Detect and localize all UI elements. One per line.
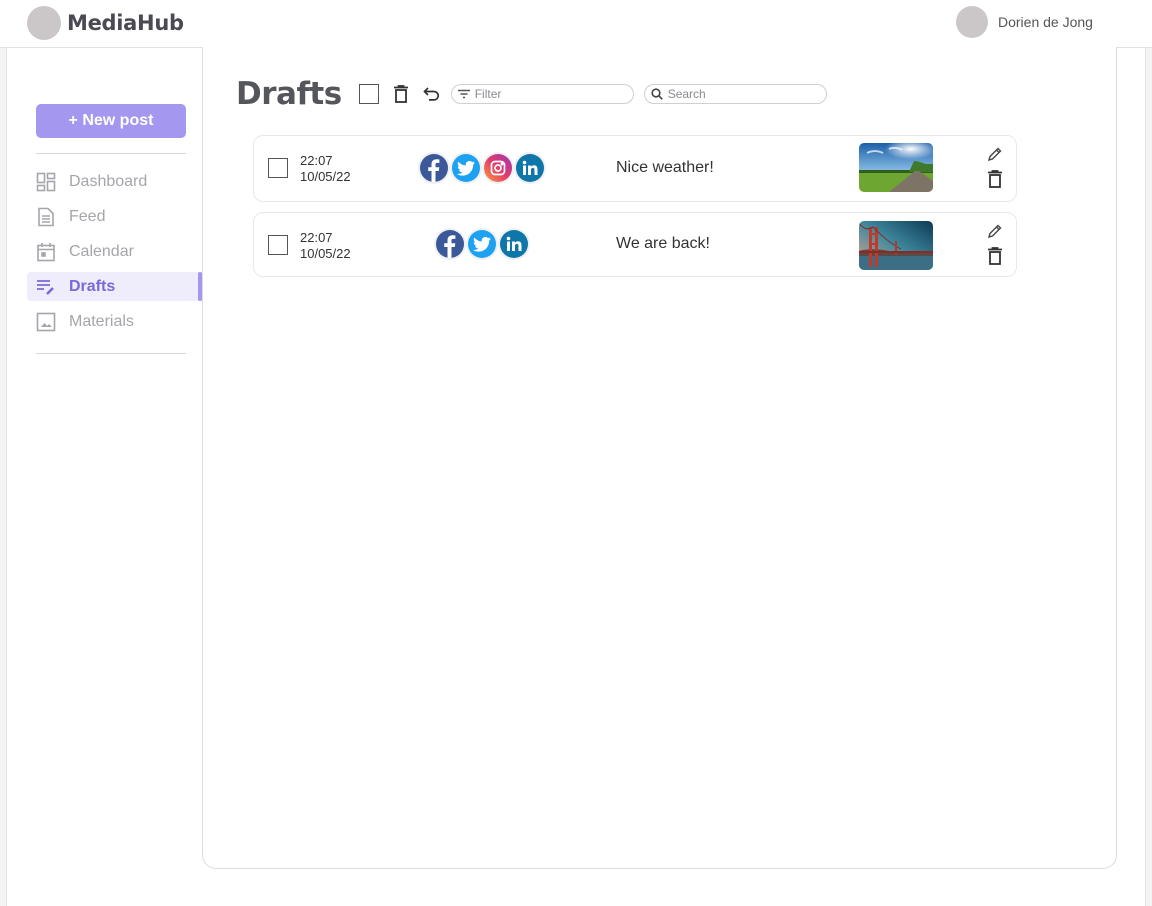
post-date: 10/05/22 [300, 169, 351, 184]
sidebar-divider-top [36, 153, 186, 154]
search-input[interactable] [667, 87, 818, 101]
platform-icons [436, 230, 532, 258]
app-logo[interactable]: MediaHub [27, 6, 184, 40]
undo-button[interactable] [423, 84, 441, 104]
post-datetime: 22:07 10/05/22 [300, 230, 351, 262]
edit-post-button[interactable] [986, 222, 1004, 240]
search-icon [651, 88, 663, 100]
app-name: MediaHub [67, 11, 184, 35]
main-panel: Drafts 22:07 10/05/22 [202, 47, 1117, 869]
draft-post[interactable]: 22:07 10/05/22 We are back! [253, 212, 1017, 277]
linkedin-icon [516, 154, 544, 182]
sidebar-item-label: Dashboard [69, 172, 148, 190]
page-edge-left [0, 47, 7, 906]
facebook-icon [436, 230, 464, 258]
select-all-checkbox[interactable] [358, 84, 379, 104]
new-post-button[interactable]: + New post [36, 104, 186, 138]
post-time: 22:07 [300, 230, 333, 245]
sidebar-item-label: Calendar [69, 242, 134, 260]
sunny-road-image [859, 143, 933, 192]
delete-post-button[interactable] [986, 170, 1004, 188]
user-menu[interactable]: Dorien de Jong [956, 6, 1093, 38]
trash-icon [393, 85, 408, 103]
top-header: MediaHub Dorien de Jong [0, 0, 1152, 48]
instagram-icon [484, 154, 512, 182]
drafts-icon [36, 277, 56, 297]
post-image-thumbnail[interactable] [859, 221, 933, 270]
post-image-thumbnail[interactable] [859, 143, 933, 192]
post-text: Nice weather! [616, 159, 714, 176]
filter-icon [457, 89, 470, 99]
sidebar-item-feed[interactable]: Feed [27, 199, 202, 234]
post-text: We are back! [616, 235, 710, 252]
golden-gate-bridge-image [859, 221, 933, 270]
facebook-icon [420, 154, 448, 182]
image-icon [36, 312, 56, 332]
filter-field[interactable] [450, 84, 634, 104]
post-actions [986, 222, 1004, 272]
pencil-icon [988, 147, 1002, 161]
edit-post-button[interactable] [986, 145, 1004, 163]
twitter-icon [468, 230, 496, 258]
page-title: Drafts [236, 76, 342, 112]
post-date: 10/05/22 [300, 246, 351, 261]
drafts-list: 22:07 10/05/22 Nice weather! 22:07 10/05… [253, 135, 1017, 287]
search-field[interactable] [643, 84, 827, 104]
dashboard-icon [36, 172, 56, 192]
sidebar-item-label: Drafts [69, 277, 116, 295]
delete-post-button[interactable] [986, 247, 1004, 265]
draft-post[interactable]: 22:07 10/05/22 Nice weather! [253, 135, 1017, 202]
sidebar: + New post Dashboard Feed Calendar Draft… [8, 48, 202, 906]
feed-icon [36, 207, 56, 227]
sidebar-nav: Dashboard Feed Calendar Drafts Materials [27, 164, 202, 339]
filter-input[interactable] [474, 87, 625, 101]
user-name: Dorien de Jong [998, 14, 1093, 30]
trash-icon [988, 247, 1002, 265]
sidebar-item-materials[interactable]: Materials [27, 304, 202, 339]
post-checkbox[interactable] [268, 235, 288, 255]
page-edge-right [1145, 47, 1152, 906]
logo-icon [27, 6, 61, 40]
sidebar-item-drafts[interactable]: Drafts [27, 272, 202, 301]
twitter-icon [452, 154, 480, 182]
drafts-toolbar: Drafts [236, 75, 827, 113]
post-datetime: 22:07 10/05/22 [300, 153, 351, 185]
sidebar-divider-bottom [36, 353, 186, 354]
pencil-icon [988, 224, 1002, 238]
avatar [956, 6, 988, 38]
undo-icon [423, 87, 440, 101]
trash-icon [988, 170, 1002, 188]
platform-icons [420, 154, 548, 182]
calendar-icon [36, 242, 56, 262]
sidebar-item-label: Feed [69, 207, 106, 225]
post-checkbox[interactable] [268, 158, 288, 178]
post-time: 22:07 [300, 153, 333, 168]
sidebar-item-dashboard[interactable]: Dashboard [27, 164, 202, 199]
linkedin-icon [500, 230, 528, 258]
sidebar-item-calendar[interactable]: Calendar [27, 234, 202, 269]
post-actions [986, 145, 1004, 195]
delete-selected-button[interactable] [392, 84, 410, 104]
sidebar-item-label: Materials [69, 312, 134, 330]
